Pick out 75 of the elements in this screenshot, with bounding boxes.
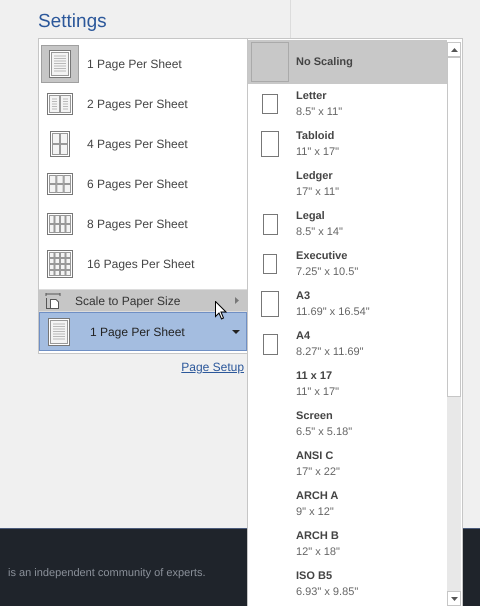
paper-name: No Scaling [296, 55, 353, 70]
settings-title: Settings [38, 10, 107, 34]
paper-icon [262, 214, 278, 234]
page-layout-icon [50, 131, 70, 157]
paper-size-item[interactable]: ISO B5 6.93" x 9.85" [248, 564, 447, 604]
paper-size-item[interactable]: Executive 7.25" x 10.5" [248, 244, 447, 284]
page-layout-icon [47, 173, 73, 195]
menu-item[interactable]: 4 Pages Per Sheet [41, 124, 247, 164]
scroll-up-button[interactable] [447, 42, 461, 57]
paper-icon [262, 334, 278, 354]
dropdown-caret-icon [232, 330, 240, 334]
paper-name: 11 x 17 [296, 369, 334, 384]
paper-dimensions: 17" x 11" [296, 185, 340, 200]
paper-size-item[interactable]: Screen 6.5" x 5.18" [248, 404, 447, 444]
paper-dimensions: 8.5" x 14" [296, 225, 343, 240]
pages-per-sheet-dropdown[interactable]: 1 Page Per Sheet [39, 312, 247, 351]
page-setup-link[interactable]: Page Setup [181, 358, 244, 376]
paper-icon [261, 291, 279, 317]
paper-name: ANSI C [296, 449, 334, 464]
page-layout-icon [47, 250, 73, 278]
page-layout-icon [49, 50, 71, 78]
paper-icon [263, 254, 277, 274]
scroll-down-button[interactable] [447, 591, 461, 606]
paper-name: Executive [296, 249, 348, 264]
paper-dimensions: 6.5" x 5.18" [296, 425, 352, 440]
paper-size-item[interactable]: 11 x 17 11" x 17" [248, 364, 447, 404]
paper-dimensions: 11.69" x 16.54" [296, 305, 370, 320]
page-layout-icon [47, 213, 73, 235]
paper-size-item[interactable]: ARCH B 12" x 18" [248, 524, 447, 564]
paper-size-item[interactable]: ANSI C 17" x 22" [248, 444, 447, 484]
paper-dimensions: 12" x 18" [296, 545, 340, 560]
paper-dimensions: 11" x 17" [296, 145, 340, 160]
scroll-thumb[interactable] [447, 57, 461, 397]
footer-text: is an independent community of experts. [8, 566, 206, 581]
paper-name: Screen [296, 409, 334, 424]
paper-size-item[interactable]: ARCH A 9" x 12" [248, 484, 447, 524]
paper-dimensions: 7.25" x 10.5" [296, 265, 358, 280]
submenu-arrow-icon [235, 297, 239, 304]
paper-name: A4 [296, 329, 312, 344]
paper-dimensions: 8.5" x 11" [296, 105, 342, 120]
paper-dimensions: 6.93" x 9.85" [296, 585, 358, 600]
paper-name: Letter [296, 89, 328, 104]
down-arrow-icon [450, 596, 458, 600]
paper-size-item[interactable]: Letter 8.5" x 11" [248, 84, 447, 124]
page-layout-icon [47, 93, 73, 115]
paper-size-item[interactable]: Tabloid 11" x 17" [248, 124, 447, 164]
paper-icon [261, 131, 279, 157]
menu-item[interactable]: 2 Pages Per Sheet [41, 84, 247, 124]
paper-name: A3 [296, 289, 312, 304]
paper-dimensions: 17" x 22" [296, 465, 340, 480]
paper-size-item[interactable]: No Scaling [248, 40, 447, 84]
paper-name: Ledger [296, 169, 334, 184]
paper-name: Tabloid [296, 129, 336, 144]
menu-item[interactable]: 8 Pages Per Sheet [41, 204, 247, 244]
paper-size-item[interactable]: Legal 8.5" x 14" [248, 204, 447, 244]
page-layout-icon [48, 318, 70, 346]
menu-item[interactable]: 1 Page Per Sheet [41, 44, 247, 84]
scale-to-paper-size-item[interactable]: Scale to Paper Size [39, 289, 247, 312]
paper-size-item[interactable]: A3 11.69" x 16.54" [248, 284, 447, 324]
paper-size-item[interactable]: A4 8.27" x 11.69" [248, 324, 447, 364]
paper-name: ARCH B [296, 529, 340, 544]
menu-item[interactable]: 16 Pages Per Sheet [41, 244, 247, 284]
paper-name: ISO B5 [296, 569, 334, 584]
paper-name: Legal [296, 209, 326, 224]
paper-dimensions: 9" x 12" [296, 505, 335, 520]
paper-icon [262, 94, 278, 114]
paper-size-item[interactable]: Ledger 17" x 11" [248, 164, 447, 204]
paper-name: ARCH A [296, 489, 338, 504]
mouse-cursor-icon [215, 301, 227, 320]
paper-dimensions: 11" x 17" [296, 385, 340, 400]
menu-item[interactable]: 6 Pages Per Sheet [41, 164, 247, 204]
up-arrow-icon [450, 48, 458, 52]
scale-page-icon [45, 292, 61, 309]
paper-dimensions: 8.27" x 11.69" [296, 345, 364, 360]
scrollbar[interactable] [447, 42, 461, 606]
